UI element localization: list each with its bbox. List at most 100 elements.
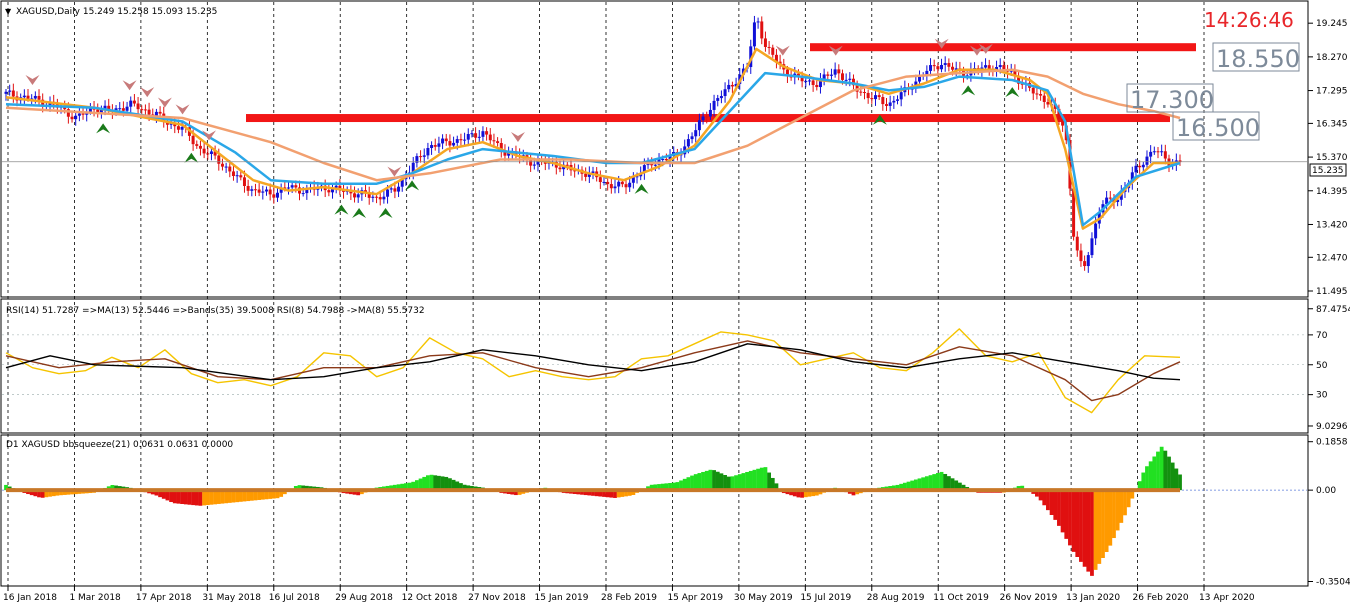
candle-body	[727, 84, 731, 90]
current-price-label: 15.235	[1312, 166, 1344, 176]
candle-body	[22, 95, 26, 98]
candle-body	[951, 66, 955, 70]
candle-body	[286, 187, 290, 189]
price-tick-label: 16.345	[1316, 119, 1348, 129]
candle-body	[947, 63, 951, 67]
time-tick-label: 12 Oct 2018	[402, 593, 458, 603]
candle-body	[77, 113, 81, 116]
candle-body	[940, 64, 944, 70]
candle-body	[628, 182, 632, 188]
candle-body	[730, 84, 734, 87]
candle-body	[463, 139, 467, 141]
level-bar-18.550	[810, 43, 1196, 52]
candle-body	[701, 116, 705, 121]
candle-body	[752, 22, 756, 47]
rsi-axis: 87.4754 70 50 30 9.0296	[1308, 305, 1350, 432]
candle-body	[837, 69, 841, 74]
candle-body	[584, 173, 588, 177]
candle-body	[877, 95, 881, 98]
candle-body	[74, 115, 78, 120]
candle-body	[375, 196, 379, 198]
candle-body	[859, 91, 863, 93]
squeeze-tick-label: 0.00	[1316, 486, 1336, 496]
candle-body	[767, 46, 771, 48]
rsi-tick-label: 70	[1316, 331, 1328, 341]
candle-body	[1042, 95, 1046, 102]
candle-body	[455, 139, 459, 143]
price-tick-label: 18.270	[1316, 53, 1348, 63]
candle-body	[613, 186, 617, 189]
candle-body	[202, 148, 206, 154]
rsi-tick-label: 50	[1316, 361, 1328, 371]
time-tick-label: 1 Mar 2018	[69, 593, 121, 603]
squeeze-axis: 0.1858 0.00 -0.3504	[1308, 438, 1350, 587]
time-tick-label: 17 Apr 2018	[136, 593, 192, 603]
candle-body	[686, 139, 690, 147]
candle-body	[620, 181, 624, 185]
candle-body	[437, 143, 441, 147]
candle-body	[257, 189, 261, 193]
candle-body	[532, 164, 536, 166]
candle-body	[4, 91, 8, 94]
candle-body	[1086, 255, 1090, 267]
time-tick-label: 11 Oct 2019	[933, 593, 989, 603]
candle-body	[353, 193, 357, 198]
candle-body	[1075, 236, 1079, 251]
time-tick-label: 27 Nov 2018	[468, 593, 526, 603]
candle-body	[433, 145, 437, 147]
candle-body	[206, 153, 210, 155]
candle-body	[899, 92, 903, 100]
candle-body	[763, 38, 767, 47]
time-tick-label: 15 Jan 2019	[535, 593, 589, 603]
candle-body	[397, 186, 401, 192]
time-axis: 16 Jan 2018 1 Mar 2018 17 Apr 2018 31 May 2…	[3, 586, 1255, 603]
candle-body	[140, 109, 144, 111]
candle-body	[694, 130, 698, 137]
rsi-tick-label: 9.0296	[1316, 422, 1348, 432]
candle-body	[932, 65, 936, 67]
candle-body	[136, 103, 140, 110]
candle-body	[1002, 65, 1006, 70]
rsi-tick-label: 87.4754	[1316, 305, 1350, 315]
candle-body	[261, 191, 265, 193]
candle-body	[998, 65, 1002, 68]
time-tick-label: 28 Aug 2019	[867, 593, 925, 603]
candle-body	[294, 185, 298, 188]
chart-canvas: 19.245 18.270 17.295 16.345 15.370 14.395 13.4…	[0, 0, 1350, 603]
candle-body	[448, 141, 452, 146]
candle-body	[246, 186, 250, 191]
candle-body	[943, 63, 947, 65]
time-tick-label: 26 Nov 2019	[1000, 593, 1058, 603]
candle-body	[826, 74, 830, 76]
candle-body	[1094, 223, 1098, 239]
candle-body	[264, 189, 268, 192]
candle-body	[459, 139, 463, 141]
candle-body	[129, 100, 133, 107]
candle-body	[37, 95, 41, 100]
candle-body	[224, 166, 228, 168]
candle-body	[870, 98, 874, 100]
time-tick-label: 31 May 2018	[202, 593, 261, 603]
candle-body	[485, 131, 489, 135]
level-bar-16.500	[246, 114, 1170, 123]
time-tick-label: 15 Apr 2019	[667, 593, 723, 603]
candle-body	[815, 84, 819, 88]
candle-body	[474, 133, 478, 138]
candle-body	[26, 95, 30, 99]
candle-body	[811, 80, 815, 85]
candle-body	[664, 158, 668, 161]
candle-body	[716, 98, 720, 101]
candle-body	[389, 188, 393, 190]
candle-body	[231, 171, 235, 176]
candle-body	[441, 138, 445, 144]
candle-body	[661, 158, 665, 160]
time-tick-label: 13 Apr 2020	[1199, 593, 1255, 603]
candle-body	[1152, 151, 1156, 153]
candle-body	[873, 95, 877, 100]
collapse-triangle-icon[interactable]: ▼	[5, 7, 12, 16]
level-tag-label: 16.500	[1176, 114, 1260, 142]
price-tick-label: 11.495	[1316, 287, 1348, 297]
candle-body	[481, 131, 485, 137]
candle-body	[609, 184, 613, 189]
candle-body	[1079, 250, 1083, 262]
